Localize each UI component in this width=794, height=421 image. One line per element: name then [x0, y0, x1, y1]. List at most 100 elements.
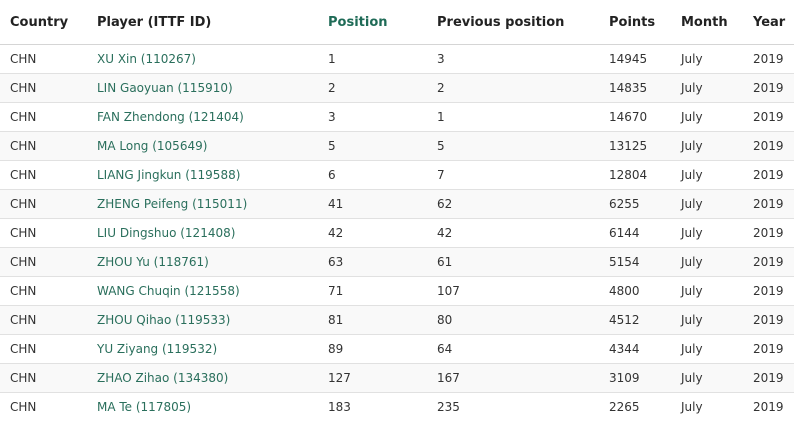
month-cell: July [671, 393, 743, 421]
column-header-country[interactable]: Country [0, 0, 87, 45]
table-row: CHNWANG Chuqin (121558)711074800July2019 [0, 277, 794, 306]
player-link[interactable]: XU Xin (110267) [97, 52, 196, 66]
position-cell: 1 [318, 45, 427, 74]
previous-position-cell: 3 [427, 45, 599, 74]
previous-position-cell: 167 [427, 364, 599, 393]
month-cell: July [671, 335, 743, 364]
points-cell: 6255 [599, 190, 671, 219]
table-row: CHNZHOU Qihao (119533)81804512July2019 [0, 306, 794, 335]
year-cell: 2019 [743, 306, 794, 335]
position-cell: 63 [318, 248, 427, 277]
player-link[interactable]: ZHOU Yu (118761) [97, 255, 209, 269]
points-cell: 2265 [599, 393, 671, 421]
points-cell: 4800 [599, 277, 671, 306]
position-cell: 3 [318, 103, 427, 132]
previous-position-cell: 62 [427, 190, 599, 219]
country-cell: CHN [0, 335, 87, 364]
country-cell: CHN [0, 364, 87, 393]
player-cell: XU Xin (110267) [87, 45, 318, 74]
year-cell: 2019 [743, 132, 794, 161]
country-cell: CHN [0, 45, 87, 74]
country-cell: CHN [0, 161, 87, 190]
player-link[interactable]: FAN Zhendong (121404) [97, 110, 244, 124]
position-cell: 127 [318, 364, 427, 393]
year-cell: 2019 [743, 248, 794, 277]
country-cell: CHN [0, 103, 87, 132]
player-link[interactable]: LIU Dingshuo (121408) [97, 226, 235, 240]
country-cell: CHN [0, 219, 87, 248]
position-cell: 81 [318, 306, 427, 335]
month-cell: July [671, 248, 743, 277]
position-cell: 6 [318, 161, 427, 190]
table-row: CHNMA Te (117805)1832352265July2019 [0, 393, 794, 421]
player-link[interactable]: LIANG Jingkun (119588) [97, 168, 240, 182]
table-row: CHN ZHAO Zihao (134380) 1271673109July2019 [0, 364, 794, 393]
points-cell: 12804 [599, 161, 671, 190]
month-cell: July [671, 132, 743, 161]
player-cell: WANG Chuqin (121558) [87, 277, 318, 306]
points-cell: 4512 [599, 306, 671, 335]
player-link[interactable]: MA Long (105649) [97, 139, 207, 153]
player-link[interactable]: ZHENG Peifeng (115011) [97, 197, 247, 211]
player-cell: YU Ziyang (119532) [87, 335, 318, 364]
position-cell: 71 [318, 277, 427, 306]
month-cell: July [671, 161, 743, 190]
table-row: CHNLIN Gaoyuan (115910)2214835July2019 [0, 74, 794, 103]
player-cell: LIN Gaoyuan (115910) [87, 74, 318, 103]
month-cell: July [671, 364, 743, 393]
player-link[interactable]: ZHAO Zihao (134380) [97, 371, 228, 385]
previous-position-cell: 61 [427, 248, 599, 277]
country-cell: CHN [0, 190, 87, 219]
year-cell: 2019 [743, 277, 794, 306]
previous-position-cell: 235 [427, 393, 599, 421]
year-cell: 2019 [743, 190, 794, 219]
column-header-month[interactable]: Month [671, 0, 743, 45]
player-link[interactable]: LIN Gaoyuan (115910) [97, 81, 233, 95]
player-link[interactable]: WANG Chuqin (121558) [97, 284, 240, 298]
position-cell: 89 [318, 335, 427, 364]
month-cell: July [671, 45, 743, 74]
country-cell: CHN [0, 132, 87, 161]
points-cell: 13125 [599, 132, 671, 161]
player-cell: LIANG Jingkun (119588) [87, 161, 318, 190]
points-cell: 5154 [599, 248, 671, 277]
table-row: CHN ZHENG Peifeng (115011) 41626255July201… [0, 190, 794, 219]
position-cell: 41 [318, 190, 427, 219]
year-cell: 2019 [743, 45, 794, 74]
rankings-body: CHNXU Xin (110267)1314945July2019CHNLIN … [0, 45, 794, 421]
column-header-year[interactable]: Year [743, 0, 794, 45]
player-link[interactable]: ZHOU Qihao (119533) [97, 313, 230, 327]
column-header-position[interactable]: Position [318, 0, 427, 45]
player-link[interactable]: MA Te (117805) [97, 400, 191, 414]
month-cell: July [671, 277, 743, 306]
previous-position-cell: 5 [427, 132, 599, 161]
header-row: Country Player (ITTF ID) Position Previo… [0, 0, 794, 45]
table-row: CHN XU Xin (110267) 1314945July2019 [0, 45, 794, 74]
previous-position-cell: 1 [427, 103, 599, 132]
table-row: CHNLIANG Jingkun (119588)6712804July2019 [0, 161, 794, 190]
position-cell: 2 [318, 74, 427, 103]
points-cell: 4344 [599, 335, 671, 364]
player-cell: MA Long (105649) [87, 132, 318, 161]
month-cell: July [671, 190, 743, 219]
year-cell: 2019 [743, 364, 794, 393]
table-row: CHNMA Long (105649)5513125July2019 [0, 132, 794, 161]
player-link[interactable]: YU Ziyang (119532) [97, 342, 217, 356]
position-cell: 183 [318, 393, 427, 421]
player-cell: LIU Dingshuo (121408) [87, 219, 318, 248]
points-cell: 6144 [599, 219, 671, 248]
player-cell: MA Te (117805) [87, 393, 318, 421]
column-header-points[interactable]: Points [599, 0, 671, 45]
points-cell: 3109 [599, 364, 671, 393]
previous-position-cell: 7 [427, 161, 599, 190]
player-cell: FAN Zhendong (121404) [87, 103, 318, 132]
country-cell: CHN [0, 248, 87, 277]
month-cell: July [671, 306, 743, 335]
player-cell: ZHAO Zihao (134380) [87, 364, 318, 393]
column-header-player[interactable]: Player (ITTF ID) [87, 0, 318, 45]
table-row: CHNFAN Zhendong (121404)3114670July2019 [0, 103, 794, 132]
points-cell: 14945 [599, 45, 671, 74]
column-header-previous-position[interactable]: Previous position [427, 0, 599, 45]
position-cell: 5 [318, 132, 427, 161]
position-cell: 42 [318, 219, 427, 248]
